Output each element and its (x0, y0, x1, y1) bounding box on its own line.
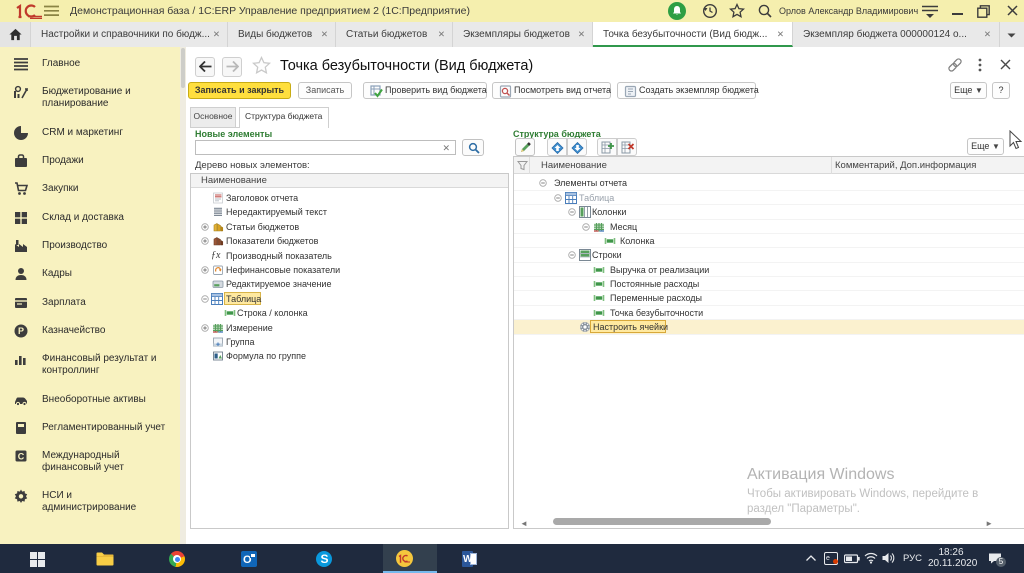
svg-text:C: C (18, 451, 25, 461)
svg-text:Р: Р (18, 326, 24, 336)
